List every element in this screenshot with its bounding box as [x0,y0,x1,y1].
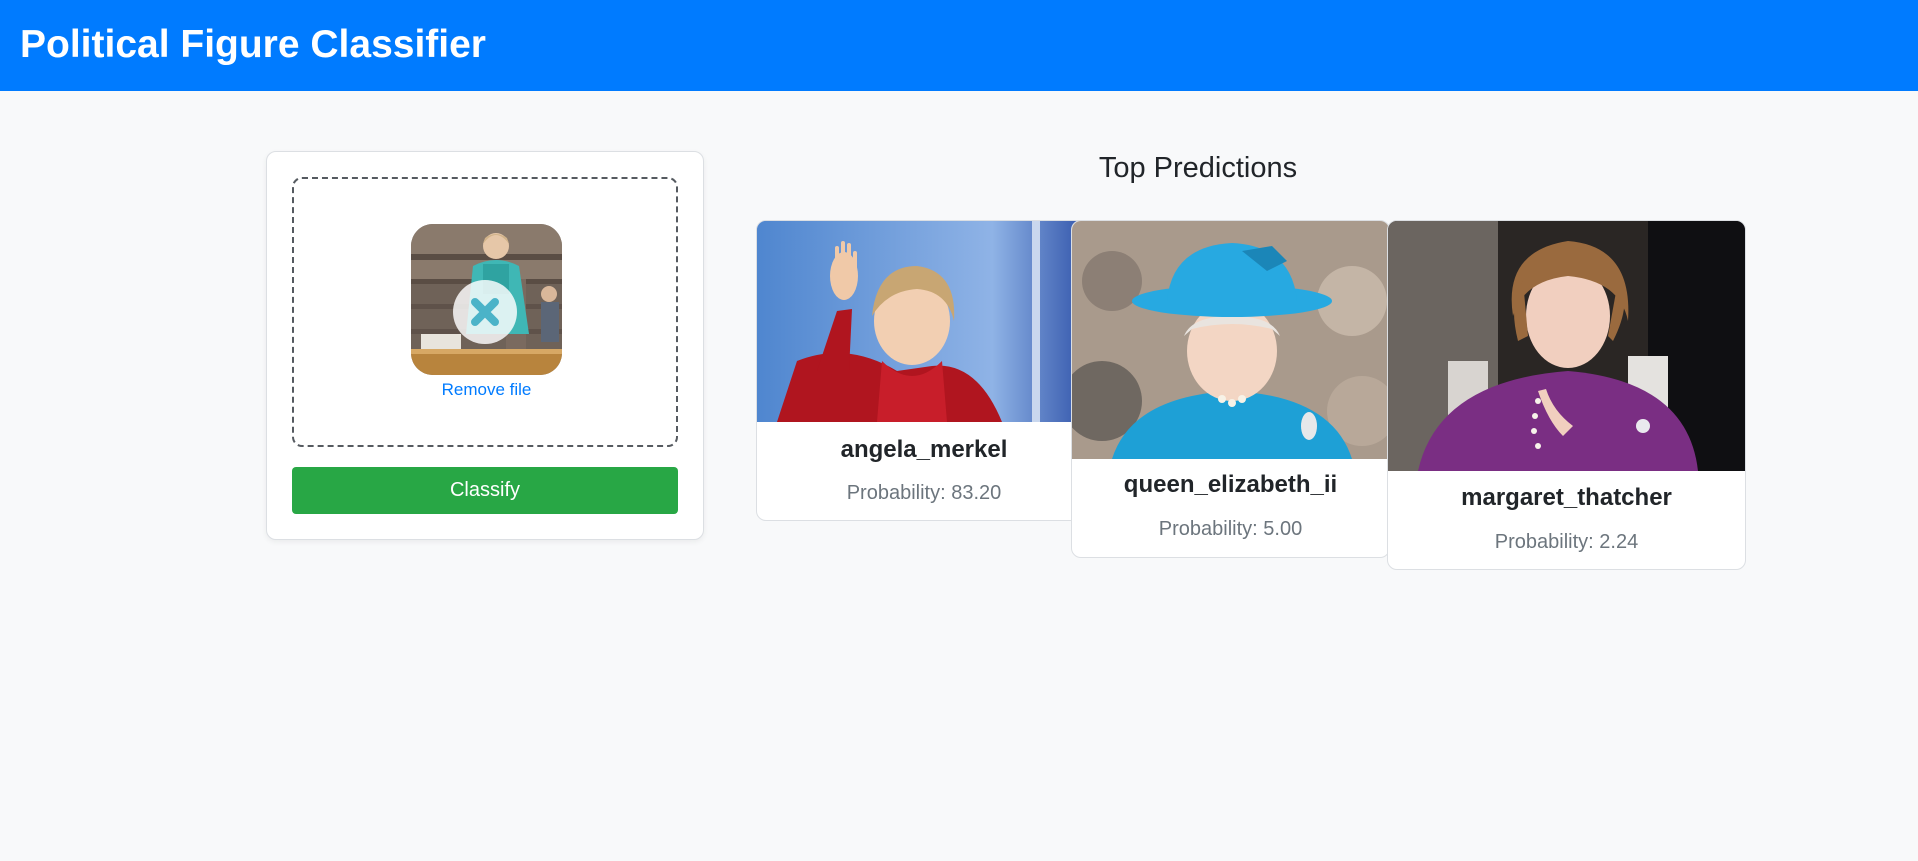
prediction-card: queen_elizabeth_ii Probability: 5.00 [1071,220,1390,558]
file-preview: Remove file [411,224,562,402]
prediction-image [1388,221,1745,471]
remove-file-link[interactable]: Remove file [411,380,562,400]
remove-file-button[interactable] [453,280,517,344]
prediction-image [757,221,1091,422]
close-icon [471,298,499,326]
predictions-title: Top Predictions [1098,152,1298,184]
prediction-image [1072,221,1389,459]
prediction-name: queen_elizabeth_ii [1123,471,1338,498]
prediction-probability: Probability: 5.00 [1158,518,1303,540]
navbar: Political Figure Classifier [0,0,1918,91]
prediction-name: margaret_thatcher [1461,484,1672,511]
file-dropzone[interactable]: Remove file [292,177,678,447]
uploaded-image-thumbnail [411,224,562,375]
prediction-card: margaret_thatcher Probability: 2.24 [1387,220,1746,570]
prediction-probability: Probability: 2.24 [1494,531,1639,553]
app-title: Political Figure Classifier [20,23,486,66]
classify-button[interactable]: Classify [292,467,678,514]
prediction-card: angela_merkel Probability: 83.20 [756,220,1092,521]
prediction-name: angela_merkel [840,436,1008,463]
prediction-probability: Probability: 83.20 [846,482,1002,504]
upload-card: Remove file Classify [266,151,704,540]
